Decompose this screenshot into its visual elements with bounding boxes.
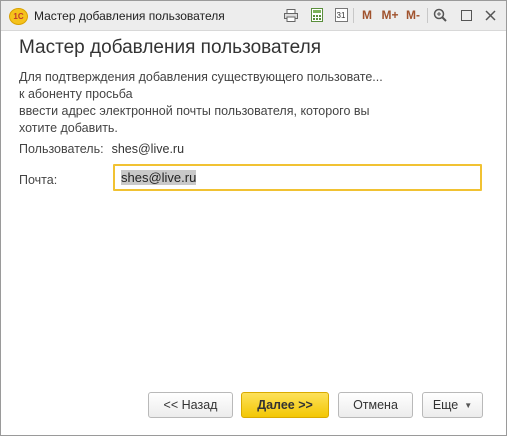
window-title: Мастер добавления пользователя [34, 9, 225, 23]
next-button[interactable]: Далее >> [241, 392, 329, 418]
zoom-icon[interactable] [431, 6, 449, 24]
description-line: ввести адрес электронной почты пользоват… [19, 104, 370, 118]
user-value: shes@live.ru [111, 142, 185, 156]
calendar-icon[interactable]: 31 [332, 6, 350, 24]
back-button[interactable]: << Назад [148, 392, 233, 418]
wizard-window: 1С Мастер добавления пользователя 31 M M… [0, 0, 507, 436]
title-bar: 1С Мастер добавления пользователя 31 M M… [1, 1, 506, 31]
chevron-down-icon: ▼ [464, 400, 473, 410]
mail-label: Почта: [19, 173, 58, 187]
toolbar-separator [353, 8, 354, 23]
close-icon[interactable] [481, 6, 499, 24]
print-icon[interactable] [282, 6, 300, 24]
maximize-icon[interactable] [457, 6, 475, 24]
memory-m-button[interactable]: M [358, 6, 376, 24]
more-button[interactable]: Еще ▼ [422, 392, 483, 418]
toolbar-separator [427, 8, 428, 23]
calendar-day: 31 [334, 8, 348, 22]
mail-input-value: shes@live.ru [121, 170, 197, 185]
user-label: Пользователь: [19, 142, 104, 156]
calculator-icon[interactable] [308, 6, 326, 24]
memory-plus-button[interactable]: M+ [379, 6, 401, 24]
page-title: Мастер добавления пользователя [19, 37, 321, 58]
description-line: к абоненту просьба [19, 87, 133, 101]
more-button-label: Еще [432, 398, 459, 412]
description-line: хотите добавить. [19, 121, 118, 135]
memory-minus-button[interactable]: M- [403, 6, 423, 24]
description-text: Для подтверждения добавления существующе… [19, 69, 439, 137]
app-logo-icon: 1С [9, 8, 28, 25]
mail-input[interactable]: shes@live.ru [113, 164, 482, 191]
user-row: Пользователь: shes@live.ru [19, 142, 184, 156]
cancel-button[interactable]: Отмена [338, 392, 413, 418]
description-line: Для подтверждения добавления существующе… [19, 70, 383, 84]
